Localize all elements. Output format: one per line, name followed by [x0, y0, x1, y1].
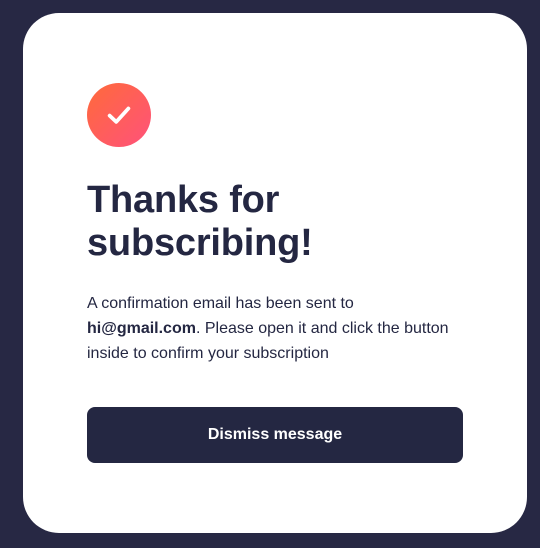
confirmation-message: A confirmation email has been sent to hi… [87, 291, 467, 366]
checkmark-glyph [107, 106, 131, 124]
dismiss-button[interactable]: Dismiss message [87, 407, 463, 463]
email-address: hi@gmail.com [87, 320, 196, 337]
page-title: Thanks for subscribing! [87, 179, 467, 265]
checkmark-icon [87, 83, 151, 147]
message-text-before: A confirmation email has been sent to [87, 295, 354, 312]
title-line-1: Thanks for [87, 179, 280, 221]
title-line-2: subscribing! [87, 222, 313, 264]
success-card: Thanks for subscribing! A confirmation em… [23, 13, 527, 533]
